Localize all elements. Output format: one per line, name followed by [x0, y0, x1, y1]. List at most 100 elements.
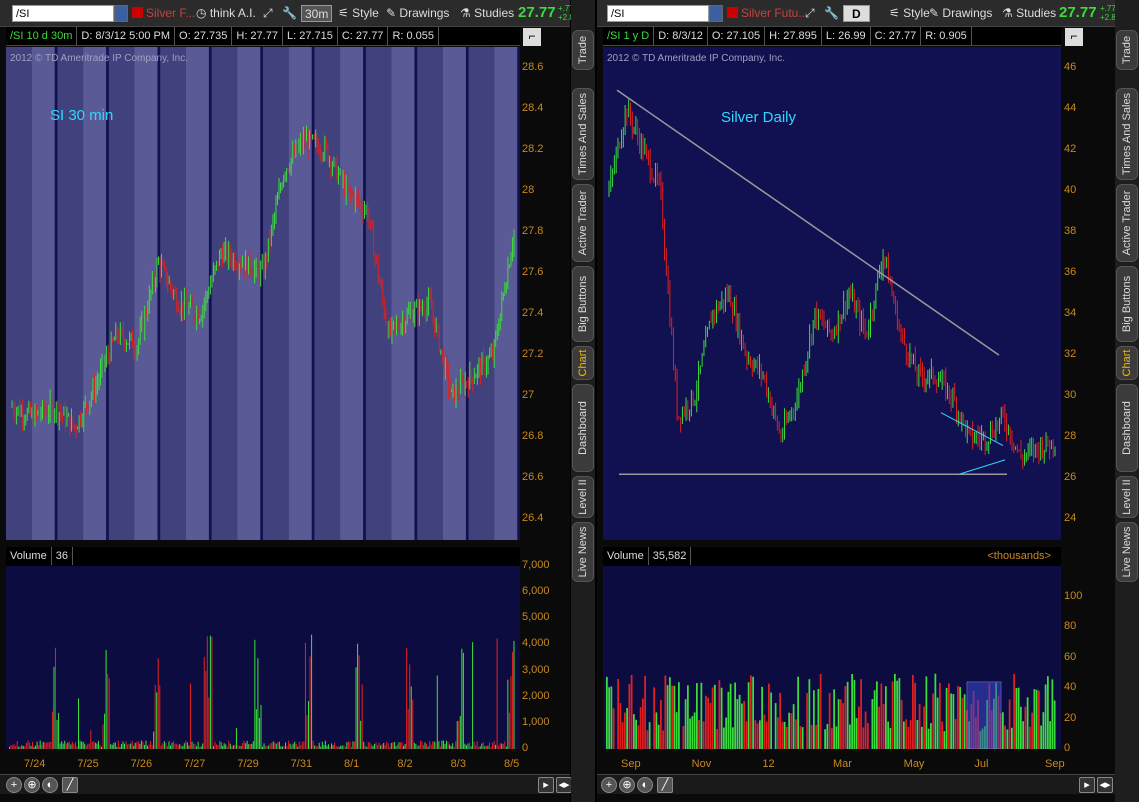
volume-bar	[272, 741, 274, 749]
volume-bar	[501, 743, 503, 749]
scroll-right-icon[interactable]: ▸	[1079, 777, 1095, 793]
sidebar-tab-dashboard[interactable]: Dashboard	[1116, 384, 1138, 472]
sidebar-tab-times-and-sales[interactable]: Times And Sales	[1116, 88, 1138, 180]
volume-highlight-box[interactable]	[966, 681, 1002, 749]
volume-bar	[961, 697, 964, 749]
studies-button[interactable]: ⚗ Studies	[1002, 5, 1056, 22]
sidebar-tab-dashboard[interactable]: Dashboard	[572, 384, 594, 472]
zoom-in-icon[interactable]: ⊕	[24, 777, 40, 793]
volume-bar	[111, 744, 113, 749]
expand-icon[interactable]: ⌐	[1065, 28, 1083, 46]
left-price-chart[interactable]: 2012 © TD Ameritrade IP Company, Inc. SI…	[6, 47, 520, 540]
symbol-input[interactable]: /SI	[607, 5, 709, 22]
high-label: H: 27.77	[232, 27, 283, 45]
sidebar-tab-big-buttons[interactable]: Big Buttons	[572, 266, 594, 342]
volume-bar	[13, 744, 15, 749]
style-button[interactable]: ⚟ Style	[338, 5, 379, 22]
volume-bar	[851, 673, 853, 749]
sidebar-tab-live-news[interactable]: Live News	[572, 522, 594, 582]
volume-bar	[99, 744, 101, 749]
wedge-lower-line[interactable]	[958, 459, 1006, 475]
scroll-right-icon[interactable]: ▸	[538, 777, 554, 793]
volume-bar	[21, 745, 23, 749]
draw-line-icon[interactable]: ╱	[657, 777, 673, 793]
volume-bar	[465, 745, 467, 749]
volume-bar	[174, 743, 176, 749]
zoom-icon[interactable]: ⤢	[805, 5, 815, 22]
cursor-icon[interactable]: ◐	[42, 777, 58, 793]
left-volume-chart[interactable]	[6, 566, 520, 749]
wedge-upper-line[interactable]	[940, 412, 1004, 446]
volume-bar	[860, 679, 862, 749]
resistance-trendline[interactable]	[616, 89, 1000, 356]
volume-bar	[698, 719, 700, 749]
volume-bar	[335, 746, 337, 749]
volume-bar	[228, 740, 230, 749]
drawings-button[interactable]: ✎ Drawings	[386, 5, 449, 22]
zoom-icon[interactable]: ⤢	[263, 5, 273, 22]
volume-bar	[234, 744, 236, 749]
volume-bars	[9, 634, 515, 749]
sidebar-tab-times-and-sales[interactable]: Times And Sales	[572, 88, 594, 180]
sidebar-tab-level-ii[interactable]: Level II	[572, 476, 594, 518]
sidebar-tab-big-buttons[interactable]: Big Buttons	[1116, 266, 1138, 342]
sidebar-tab-chart[interactable]: Chart	[1116, 346, 1138, 380]
period-label: /SI 1 y D	[603, 27, 655, 45]
volume-bar	[723, 727, 725, 749]
instrument-desc: Silver F...	[132, 5, 195, 22]
volume-bar	[237, 745, 239, 749]
sidebar-tab-trade[interactable]: Trade	[1116, 30, 1138, 70]
style-button[interactable]: ⚟ Style	[889, 5, 930, 22]
wrench-icon[interactable]: 🔧	[824, 5, 839, 22]
wrench-icon[interactable]: 🔧	[282, 5, 297, 22]
volume-bar	[289, 743, 291, 749]
volume-bar	[12, 745, 14, 749]
volume-bar	[963, 694, 966, 749]
axis-tick: 4,000	[522, 637, 550, 650]
right-price-chart[interactable]: 2012 © TD Ameritrade IP Company, Inc. Si…	[603, 47, 1061, 540]
sidebar-tab-chart[interactable]: Chart	[572, 346, 594, 380]
volume-bar	[70, 744, 72, 749]
volume-bar	[303, 741, 305, 749]
volume-bar	[387, 743, 389, 749]
expand-time-icon[interactable]: ◂▸	[1097, 777, 1113, 793]
volume-bar	[644, 675, 646, 749]
volume-bar	[24, 746, 26, 749]
aggregation-button[interactable]: D	[843, 5, 870, 22]
aggregation-button[interactable]: 30m	[301, 5, 333, 22]
think-ai-button[interactable]: ◷ think A.I.	[196, 5, 256, 22]
volume-bar	[653, 687, 655, 749]
time-tick: 12	[762, 758, 775, 770]
sidebar-tab-trade[interactable]: Trade	[572, 30, 594, 70]
sidebar-tab-live-news[interactable]: Live News	[1116, 522, 1138, 582]
right-volume-chart[interactable]	[603, 566, 1061, 749]
symbol-dropdown-icon[interactable]	[709, 5, 723, 22]
volume-bar	[400, 742, 402, 749]
volume-bar	[896, 680, 898, 749]
symbol-input[interactable]: /SI	[12, 5, 114, 22]
symbol-dropdown-icon[interactable]	[114, 5, 128, 22]
crosshair-icon[interactable]: +	[6, 777, 22, 793]
zoom-in-icon[interactable]: ⊕	[619, 777, 635, 793]
expand-time-icon[interactable]: ◂▸	[556, 777, 572, 793]
sidebar-tab-active-trader[interactable]: Active Trader	[1116, 184, 1138, 262]
volume-bar	[25, 743, 27, 749]
cursor-icon[interactable]: ◐	[637, 777, 653, 793]
axis-tick: 26	[1064, 471, 1077, 484]
drawings-button[interactable]: ✎ Drawings	[929, 5, 992, 22]
draw-line-icon[interactable]: ╱	[62, 777, 78, 793]
volume-bar	[447, 741, 449, 749]
crosshair-icon[interactable]: +	[601, 777, 617, 793]
sidebar-tab-active-trader[interactable]: Active Trader	[572, 184, 594, 262]
studies-button[interactable]: ⚗ Studies	[460, 5, 514, 22]
volume-bar	[370, 744, 372, 749]
volume-bar	[355, 667, 357, 749]
volume-bar	[354, 741, 356, 749]
volume-bar	[74, 742, 76, 749]
sidebar-tab-level-ii[interactable]: Level II	[1116, 476, 1138, 518]
volume-bar	[73, 744, 75, 749]
expand-icon[interactable]: ⌐	[523, 28, 541, 46]
volume-bar	[485, 745, 487, 749]
volume-bar	[260, 704, 262, 749]
volume-bar	[907, 726, 910, 749]
